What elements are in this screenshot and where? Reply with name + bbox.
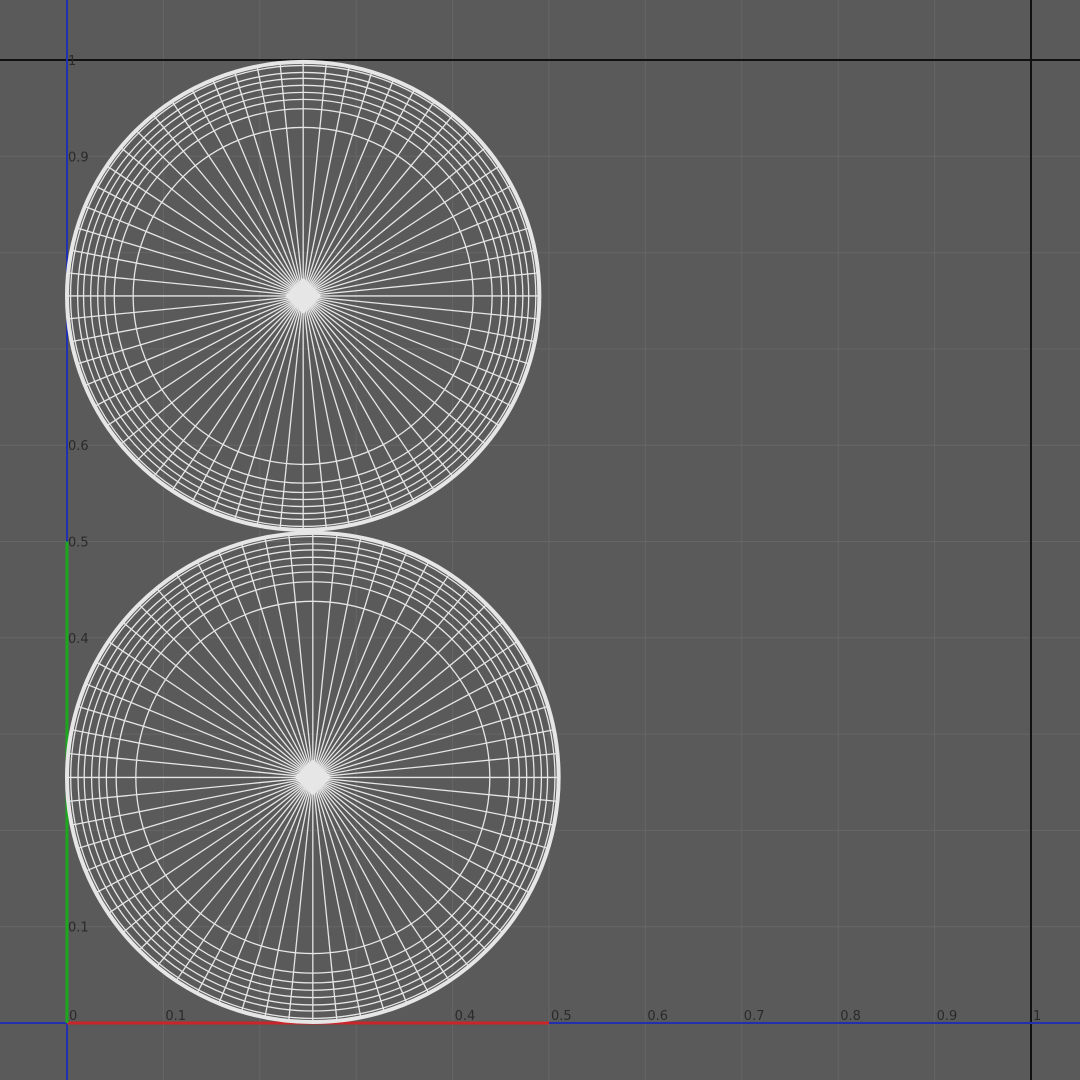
u-tick-label: 1	[1033, 1009, 1041, 1024]
v-tick-label: 0.1	[68, 921, 89, 936]
u-tick-label: 0	[69, 1009, 77, 1024]
uv-shell-bottom-disc[interactable]	[65, 530, 561, 1025]
uv-editor-viewport[interactable]: 0 0.1 0.4 0.5 0.6 0.7 0.8 0.9 1 0.1 0.4 0.5 0.6 0.9 1	[0, 0, 1080, 1080]
u-tick-label: 0.4	[455, 1009, 476, 1024]
v-tick-label: 0.9	[68, 150, 89, 165]
v-tick-label: 0.4	[68, 632, 89, 647]
u-tick-label: 0.9	[937, 1009, 958, 1024]
u-tick-label: 0.6	[647, 1009, 668, 1024]
u-tick-label: 0.7	[744, 1009, 765, 1024]
v-tick-label: 0.6	[68, 439, 89, 454]
u-tick-label: 0.8	[840, 1009, 861, 1024]
uv-canvas[interactable]: 0 0.1 0.4 0.5 0.6 0.7 0.8 0.9 1 0.1 0.4 0.5 0.6 0.9 1	[0, 0, 1080, 1080]
u-tick-label: 0.1	[165, 1009, 186, 1024]
u-tick-label: 0.5	[551, 1009, 572, 1024]
uv-shell-top-disc[interactable]	[65, 59, 542, 532]
v-tick-label: 0.5	[68, 536, 89, 551]
v-tick-label: 1	[68, 54, 76, 69]
